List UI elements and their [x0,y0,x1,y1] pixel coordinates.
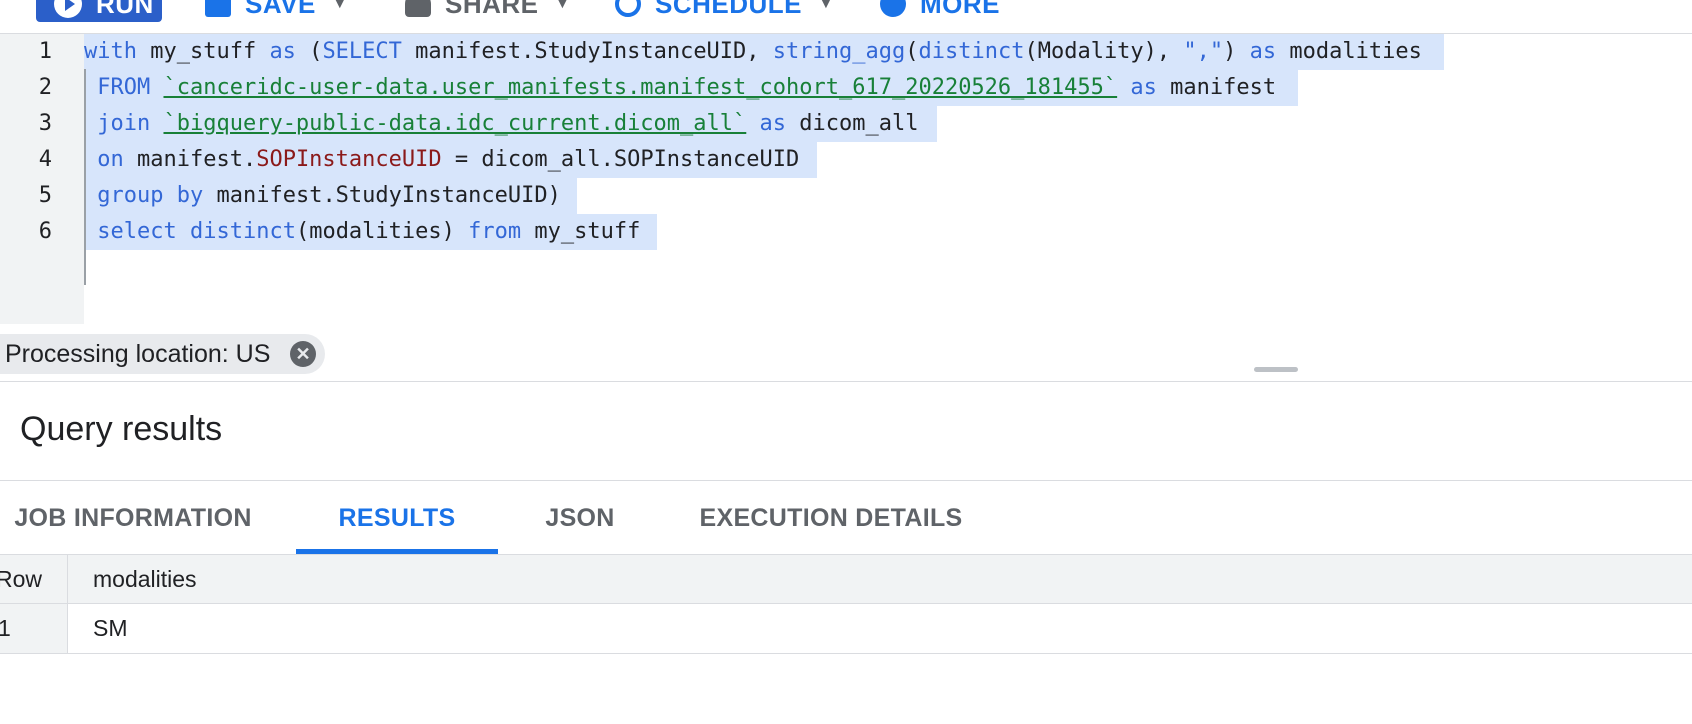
line-number: 6 [38,219,52,244]
code-token: manifest [1156,75,1277,100]
code-token: SELECT [322,39,402,64]
code-line[interactable]: FROM `canceridc-user-data.user_manifests… [84,70,1276,106]
query-toolbar: RUN SAVE ▼ SHARE ▼ SCHEDULE ▼ MORE [0,0,1692,30]
code-token: `canceridc-user-data.user_manifests.mani… [163,75,1118,100]
query-results-title: Query results [20,410,223,448]
code-line[interactable]: with my_stuff as (SELECT manifest.StudyI… [84,34,1422,70]
code-line[interactable]: select distinct(modalities) from my_stuf… [84,214,640,250]
code-token: FROM [97,75,151,100]
table-row: 1 SM [0,604,1692,654]
code-line[interactable]: join `bigquery-public-data.idc_current.d… [84,106,918,142]
line-number: 3 [38,111,52,136]
processing-location-chip[interactable]: Processing location: US ✕ [0,334,325,374]
processing-location-label: Processing location: US [5,339,271,368]
code-token: my_stuff [136,39,270,64]
code-token: dicom_all [786,111,919,136]
code-token: as [759,111,787,136]
code-token: (Modality), [1024,39,1184,64]
code-token: manifest.StudyInstanceUID) [203,183,561,208]
column-header-modalities[interactable]: modalities [93,555,197,604]
schedule-button[interactable]: SCHEDULE ▼ [615,0,834,22]
code-token: ) [1223,39,1250,64]
code-token: (modalities) [295,219,469,244]
clock-icon [615,0,641,17]
save-icon [205,0,231,17]
code-token: as [269,39,296,64]
line-number: 5 [38,183,52,208]
code-token: select [97,219,177,244]
close-icon[interactable]: ✕ [290,341,316,367]
schedule-label: SCHEDULE [655,0,803,19]
tab-job-information[interactable]: JOB INFORMATION [0,482,266,554]
code-token: distinct [918,39,1025,64]
panel-divider [0,381,1692,382]
code-token: with [84,39,137,64]
code-token: as [1249,39,1277,64]
gear-icon [880,0,906,17]
line-number: 4 [38,147,52,172]
share-icon [405,0,431,17]
code-token: on [97,147,124,172]
chevron-down-icon: ▼ [818,0,835,12]
more-label: MORE [920,0,1000,19]
code-token: distinct [189,219,296,244]
line-number: 1 [38,39,52,64]
tab-execution-details[interactable]: EXECUTION DETAILS [690,482,972,554]
text-cursor [84,69,86,285]
code-token: by [176,183,204,208]
cell-modalities[interactable]: SM [93,604,128,653]
save-button[interactable]: SAVE ▼ [205,0,348,22]
resize-handle[interactable] [1254,367,1298,372]
play-icon [54,0,82,18]
table-header-row: Row modalities [0,555,1692,604]
code-token: modalities [1276,39,1422,64]
code-token: ( [295,39,323,64]
chevron-down-icon: ▼ [331,0,349,12]
code-token: as [1130,75,1157,100]
code-token: group [97,183,164,208]
code-token: my_stuff [521,219,641,244]
code-token: `bigquery-public-data.idc_current.dicom_… [163,111,747,136]
run-button[interactable]: RUN [36,0,162,22]
code-token: join [97,111,151,136]
code-token: "," [1183,39,1224,64]
row-number: 1 [0,615,11,641]
code-token: SOPInstanceUID [256,147,442,172]
tab-json[interactable]: JSON [530,482,630,554]
tab-results[interactable]: RESULTS [296,482,498,554]
tabs-divider [0,480,1692,481]
code-line[interactable]: on manifest.SOPInstanceUID = dicom_all.S… [84,142,799,178]
code-line[interactable]: group by manifest.StudyInstanceUID) [84,178,561,214]
share-label: SHARE [445,0,539,19]
column-header-row: Row [0,566,43,592]
more-button[interactable]: MORE [880,0,1000,22]
chevron-down-icon: ▼ [554,0,571,12]
line-number: 2 [38,75,52,100]
code-token: ( [905,39,919,64]
sql-editor[interactable]: 1 with my_stuff as (SELECT manifest.Study… [0,34,1692,324]
code-token: manifest. [123,147,257,172]
code-token: manifest.StudyInstanceUID, [401,39,773,64]
status-bar: Processing location: US ✕ [0,334,1692,380]
code-token: string_agg [772,39,906,64]
code-token: = dicom_all.SOPInstanceUID [441,147,800,172]
run-label: RUN [96,0,154,19]
share-button[interactable]: SHARE ▼ [405,0,571,22]
save-label: SAVE [245,0,316,19]
code-token: from [468,219,522,244]
